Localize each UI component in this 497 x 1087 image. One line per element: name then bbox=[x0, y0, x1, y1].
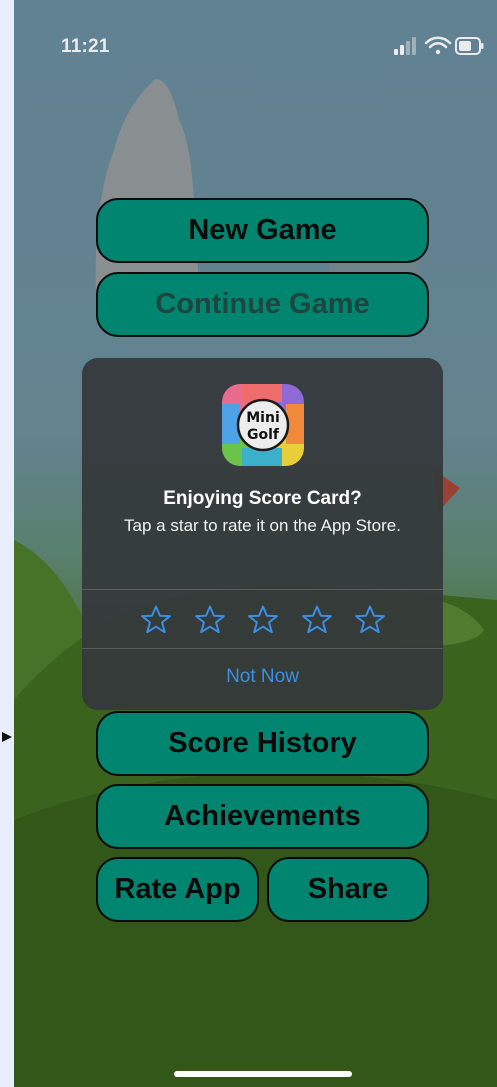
star-5-icon[interactable] bbox=[353, 603, 387, 637]
wifi-icon bbox=[424, 36, 452, 55]
star-3-icon[interactable] bbox=[246, 603, 280, 637]
star-1-icon[interactable] bbox=[139, 603, 173, 637]
star-4-icon[interactable] bbox=[300, 603, 334, 637]
status-time: 11:21 bbox=[61, 36, 110, 57]
star-rating-row bbox=[82, 603, 443, 637]
phone-screen: 11:21 New Game Continue Game Score Histo… bbox=[14, 0, 497, 1087]
app-icon: Mini Golf bbox=[222, 384, 304, 466]
home-indicator[interactable] bbox=[174, 1071, 352, 1077]
side-arrow-icon bbox=[2, 732, 12, 742]
continue-game-button[interactable]: Continue Game bbox=[96, 272, 429, 337]
battery-icon bbox=[455, 37, 484, 55]
alert-title: Enjoying Score Card? bbox=[163, 488, 362, 509]
score-history-button[interactable]: Score History bbox=[96, 711, 429, 776]
rate-app-button[interactable]: Rate App bbox=[96, 857, 259, 922]
achievements-button[interactable]: Achievements bbox=[96, 784, 429, 849]
new-game-button[interactable]: New Game bbox=[96, 198, 429, 263]
star-2-icon[interactable] bbox=[193, 603, 227, 637]
alert-separator bbox=[82, 648, 443, 649]
alert-message: Tap a star to rate it on the App Store. bbox=[124, 516, 401, 535]
share-button[interactable]: Share bbox=[267, 857, 429, 922]
app-icon-text-line2: Golf bbox=[247, 427, 280, 443]
status-bar: 11:21 bbox=[14, 0, 497, 80]
rating-alert: Mini Golf Enjoying Score Card? Tap a sta… bbox=[82, 358, 443, 710]
alert-separator bbox=[82, 589, 443, 590]
status-icons bbox=[394, 36, 484, 55]
cellular-signal-icon bbox=[394, 37, 416, 55]
app-icon-text-line1: Mini bbox=[246, 410, 280, 426]
not-now-button[interactable]: Not Now bbox=[82, 666, 443, 688]
